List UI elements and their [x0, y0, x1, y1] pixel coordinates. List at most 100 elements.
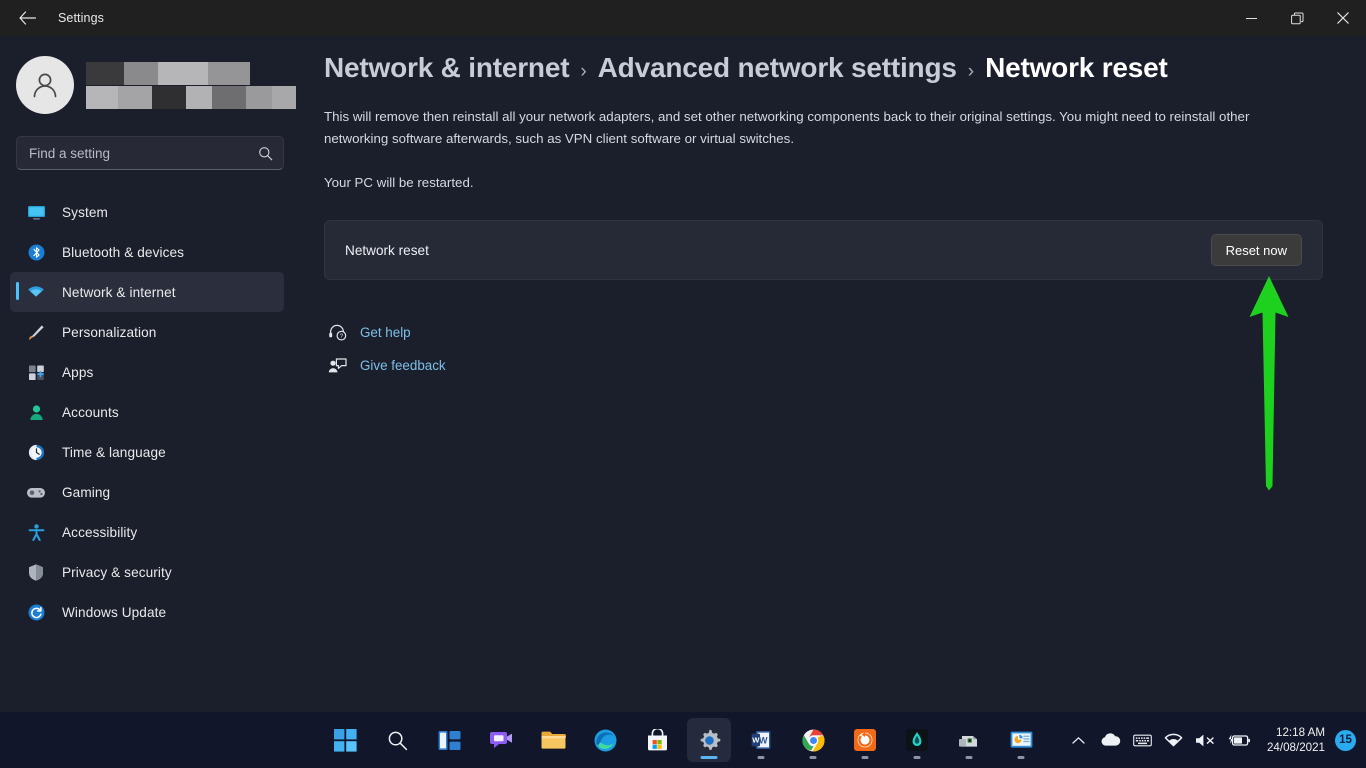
sidebar-item-apps[interactable]: Apps	[10, 352, 284, 392]
sidebar-item-label: Windows Update	[62, 604, 167, 620]
battery-charging-icon	[1228, 734, 1250, 746]
taskbar-edge-button[interactable]	[583, 718, 627, 762]
sidebar-item-time-language[interactable]: Time & language	[10, 432, 284, 472]
cloud-icon	[1101, 733, 1121, 746]
page-description: This will remove then reinstall all your…	[324, 109, 1250, 146]
account-header[interactable]	[16, 54, 300, 116]
taskbar-settings-button[interactable]	[687, 718, 731, 762]
settings-gear-icon	[700, 729, 720, 750]
search-icon	[388, 731, 407, 750]
clock-time: 12:18 AM	[1276, 726, 1325, 739]
orange-app-icon	[854, 729, 876, 751]
accessibility-icon	[24, 521, 48, 543]
sidebar-item-personalization[interactable]: Personalization	[10, 312, 284, 352]
get-help-link[interactable]: ? Get help	[324, 316, 484, 348]
avatar	[16, 56, 74, 114]
minimize-icon	[1245, 17, 1257, 19]
taskbar-dark-flame-app-button[interactable]	[895, 718, 939, 762]
sidebar-item-system[interactable]: System	[10, 192, 284, 232]
sidebar-item-label: Network & internet	[62, 284, 176, 300]
sidebar-item-accessibility[interactable]: Accessibility	[10, 512, 284, 552]
gamepad-icon	[24, 481, 48, 503]
chevron-up-icon	[1072, 736, 1086, 744]
clock-date: 24/08/2021	[1266, 741, 1325, 754]
wifi-icon	[1164, 733, 1183, 746]
speaker-muted-icon	[1195, 734, 1214, 746]
content-area: Network & internet › Advanced network se…	[300, 36, 1366, 712]
sidebar-item-label: Gaming	[62, 484, 111, 500]
reset-now-button[interactable]: Reset now	[1210, 234, 1302, 266]
get-help-label: Get help	[360, 324, 411, 340]
give-feedback-icon	[324, 357, 350, 374]
apps-grid-icon	[24, 361, 48, 383]
taskbar-running-indicator	[757, 756, 765, 759]
restore-icon	[1290, 12, 1303, 24]
sidebar-item-privacy-security[interactable]: Privacy & security	[10, 552, 284, 592]
sidebar-item-gaming[interactable]: Gaming	[10, 472, 284, 512]
clock[interactable]: 12:18 AM 24/08/2021	[1259, 720, 1333, 760]
search-box[interactable]	[16, 136, 284, 170]
help-links: ? Get help Give feedback	[324, 316, 1366, 381]
taskbar-file-explorer-button[interactable]	[531, 718, 575, 762]
taskbar: W W 12:18 AM 24/08/2021 15	[0, 712, 1366, 768]
svg-text:W: W	[752, 736, 760, 745]
page-description-secondary: Your PC will be restarted.	[324, 175, 474, 190]
minimize-button[interactable]	[1228, 0, 1274, 36]
breadcrumb-item-advanced-network-settings[interactable]: Advanced network settings	[598, 52, 957, 84]
sidebar-item-label: Accessibility	[62, 524, 138, 540]
taskbar-microsoft-store-button[interactable]	[635, 718, 679, 762]
title-bar: Settings	[0, 0, 1366, 36]
sidebar-item-accounts[interactable]: Accounts	[10, 392, 284, 432]
taskbar-task-view-button[interactable]	[427, 718, 471, 762]
tray-network-button[interactable]	[1159, 720, 1188, 760]
chat-teams-icon	[489, 731, 512, 748]
taskbar-running-indicator	[1017, 756, 1025, 759]
sidebar-item-network-internet[interactable]: Network & internet	[10, 272, 284, 312]
taskbar-printer-app-button[interactable]	[947, 718, 991, 762]
system-tray: 12:18 AM 24/08/2021 15	[1065, 720, 1356, 760]
taskbar-running-indicator	[913, 756, 921, 759]
taskbar-running-indicator	[861, 756, 869, 759]
taskbar-word-button[interactable]: W W	[739, 718, 783, 762]
taskbar-search-button[interactable]	[375, 718, 419, 762]
tray-expand-button[interactable]	[1065, 720, 1093, 760]
microsoft-word-icon: W W	[751, 731, 771, 749]
maximize-button[interactable]	[1274, 0, 1320, 36]
breadcrumb-item-network-reset: Network reset	[985, 52, 1168, 83]
taskbar-presentation-app-button[interactable]	[999, 718, 1043, 762]
start-icon	[333, 728, 357, 752]
notification-badge[interactable]: 15	[1335, 729, 1356, 751]
sidebar-item-windows-update[interactable]: Windows Update	[10, 592, 284, 632]
close-button[interactable]	[1320, 0, 1366, 36]
printer-app-icon	[958, 735, 977, 747]
window-title: Settings	[58, 11, 104, 25]
sidebar-item-label: Privacy & security	[62, 564, 172, 580]
svg-text:?: ?	[339, 333, 343, 340]
dark-flame-app-icon	[906, 729, 928, 751]
back-button[interactable]	[6, 3, 48, 33]
give-feedback-label: Give feedback	[360, 357, 446, 373]
tray-onedrive-button[interactable]	[1095, 720, 1126, 760]
tray-volume-button[interactable]	[1190, 720, 1221, 760]
breadcrumb-item-network-internet[interactable]: Network & internet	[324, 52, 570, 84]
search-input[interactable]	[29, 145, 258, 161]
file-explorer-icon	[541, 731, 566, 749]
monitor-icon	[24, 201, 48, 223]
taskbar-orange-app-button[interactable]	[843, 718, 887, 762]
sidebar-item-bluetooth-devices[interactable]: Bluetooth & devices	[10, 232, 284, 272]
shield-icon	[24, 561, 48, 583]
taskbar-chrome-button[interactable]	[791, 718, 835, 762]
microsoft-edge-icon	[594, 729, 616, 751]
window-controls	[1228, 0, 1366, 36]
update-refresh-icon	[24, 601, 48, 623]
svg-text:W: W	[759, 735, 768, 745]
close-icon	[1337, 12, 1349, 24]
microsoft-store-icon	[647, 729, 667, 751]
taskbar-start-button[interactable]	[323, 718, 367, 762]
give-feedback-link[interactable]: Give feedback	[324, 349, 484, 381]
taskbar-chat-button[interactable]	[479, 718, 523, 762]
google-chrome-icon	[801, 729, 824, 752]
tray-battery-button[interactable]	[1223, 720, 1257, 760]
taskbar-active-indicator	[700, 755, 718, 759]
tray-keyboard-button[interactable]	[1128, 720, 1157, 760]
